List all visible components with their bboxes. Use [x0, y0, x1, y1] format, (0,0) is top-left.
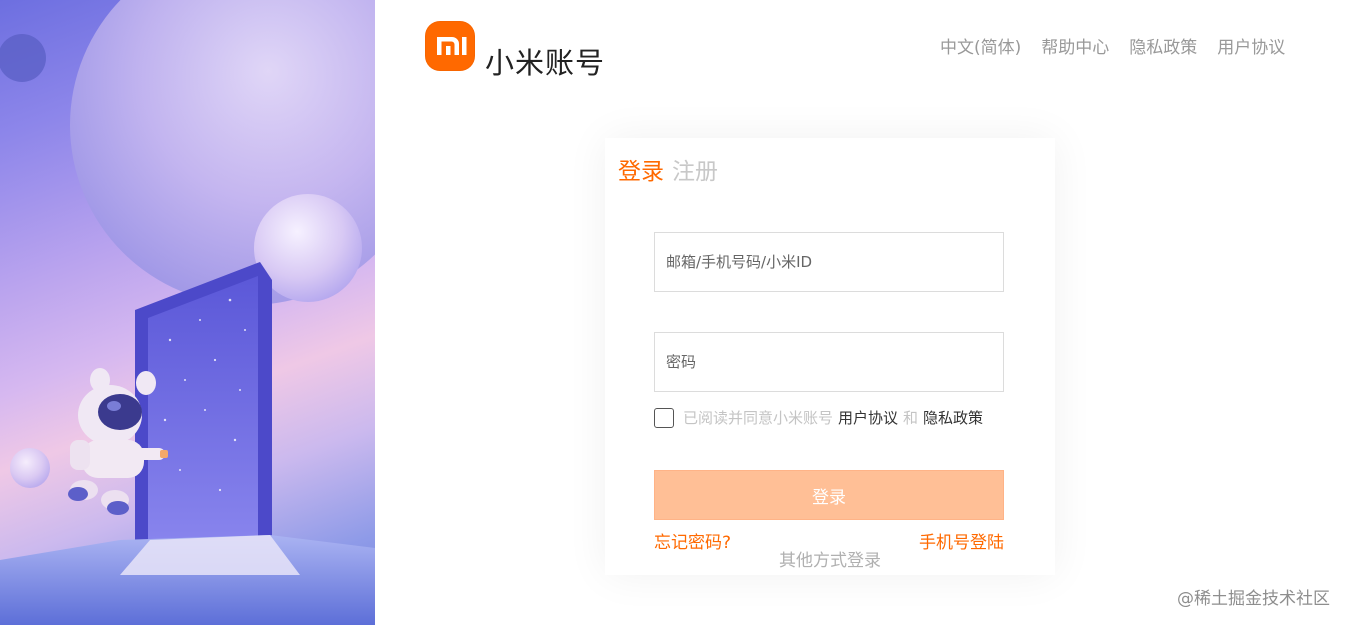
username-input[interactable]: [655, 233, 1003, 291]
agreement-checkbox[interactable]: [654, 407, 674, 428]
brand-title: 小米账号: [485, 46, 606, 80]
password-field: [654, 332, 1004, 392]
login-card: 登录 注册 已阅读并同意小米账号 用户协议 和 隐私政策 登录 忘记密码? 手机…: [605, 138, 1055, 575]
username-field: [654, 232, 1004, 292]
astronaut-space-illustration: [0, 0, 375, 625]
login-button[interactable]: 登录: [654, 470, 1004, 520]
hero-illustration: [0, 0, 375, 625]
top-nav: 中文(简体) 帮助中心 隐私政策 用户协议: [940, 33, 1285, 58]
privacy-policy-link[interactable]: 隐私政策: [923, 407, 983, 428]
tab-login[interactable]: 登录: [618, 152, 664, 186]
mi-logo[interactable]: [425, 21, 475, 71]
agreement-prefix: 已阅读并同意小米账号: [683, 409, 834, 427]
agreement-and: 和: [903, 409, 919, 427]
nav-help-center[interactable]: 帮助中心: [1041, 33, 1109, 58]
tab-register[interactable]: 注册: [672, 152, 718, 186]
user-agreement-link[interactable]: 用户协议: [838, 407, 898, 428]
nav-language[interactable]: 中文(简体): [940, 33, 1021, 58]
mi-logo-icon: [437, 37, 467, 55]
auth-tabs: 登录 注册: [618, 152, 718, 186]
other-login-methods: 其他方式登录: [779, 551, 881, 571]
nav-privacy-policy[interactable]: 隐私政策: [1129, 33, 1197, 58]
watermark: @稀土掘金技术社区: [1177, 589, 1330, 609]
nav-user-agreement[interactable]: 用户协议: [1217, 33, 1285, 58]
agreement-row: 已阅读并同意小米账号 用户协议 和 隐私政策: [654, 407, 988, 428]
password-input[interactable]: [655, 333, 1003, 391]
